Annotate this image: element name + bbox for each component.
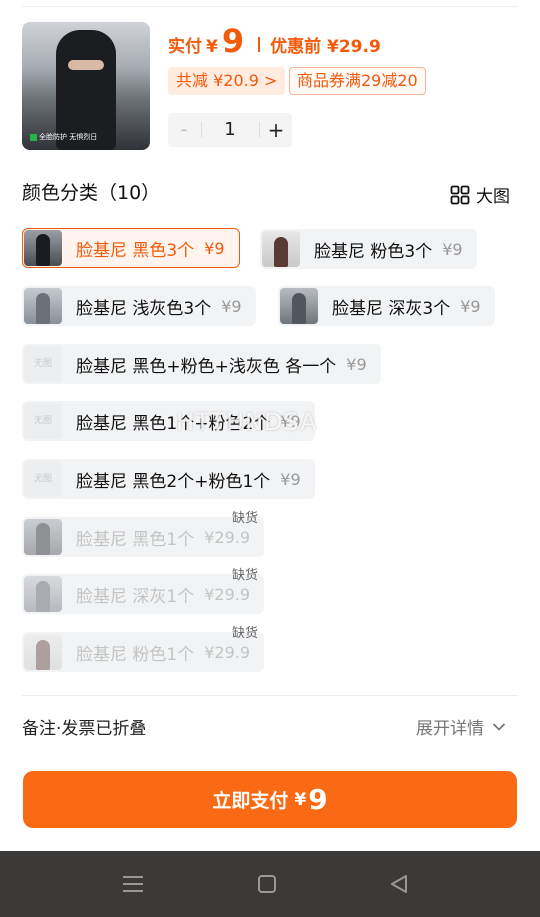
option-chip-disabled: 脸基尼 粉色1个 ¥29.9 缺货 — [22, 626, 265, 672]
home-icon[interactable] — [254, 871, 280, 897]
big-view-label: 大图 — [476, 187, 510, 207]
option-chip-disabled: 脸基尼 深灰1个 ¥29.9 缺货 — [22, 568, 265, 614]
pay-now-button[interactable]: 立即支付 ¥ 9 — [23, 771, 517, 828]
option-price: ¥9 — [346, 354, 367, 374]
eye-opening — [68, 60, 104, 70]
option-thumbnail — [24, 230, 62, 266]
option-thumbnail — [24, 576, 62, 612]
grid-icon — [450, 185, 470, 204]
triangle-back-icon — [391, 875, 407, 893]
original-price: 优惠前 ¥29.9 — [270, 37, 381, 57]
option-name: 脸基尼 深灰3个 — [332, 298, 451, 319]
option-name: 脸基尼 黑色2个+粉色1个 — [76, 471, 271, 492]
out-of-stock-badge: 缺货 — [232, 511, 259, 526]
option-price: ¥9 — [280, 469, 301, 489]
price-separator — [258, 37, 261, 52]
option-price: ¥29.9 — [204, 642, 251, 662]
out-of-stock-badge: 缺货 — [232, 568, 259, 583]
option-name: 脸基尼 黑色1个 — [76, 529, 195, 550]
option-chip-disabled: 脸基尼 黑色1个 ¥29.9 缺货 — [22, 511, 265, 557]
quantity-input[interactable]: 1 — [202, 113, 258, 147]
color-category-title: 颜色分类（10） — [22, 182, 161, 204]
option-name: 脸基尼 粉色1个 — [76, 644, 195, 665]
option-price: ¥29.9 — [204, 527, 251, 547]
no-image-placeholder: 无图 — [24, 461, 62, 497]
image-caption-text: 全脸防护 无惧烈日 — [39, 133, 98, 141]
option-thumbnail — [280, 288, 318, 324]
option-chip[interactable]: 脸基尼 浅灰色3个 ¥9 — [22, 286, 256, 326]
currency-symbol: ¥ — [206, 37, 218, 57]
option-thumbnail — [24, 634, 62, 670]
menu-icon[interactable] — [120, 871, 146, 897]
menu-lines-icon — [123, 876, 143, 892]
option-name: 脸基尼 粉色3个 — [314, 241, 433, 262]
pay-currency: ¥ — [294, 789, 307, 810]
pay-amount: 9 — [308, 783, 328, 816]
check-icon — [30, 133, 37, 141]
increase-button[interactable]: + — [260, 113, 292, 147]
option-thumbnail — [262, 231, 300, 267]
option-price: ¥9 — [280, 411, 301, 431]
section-divider — [22, 695, 518, 696]
option-name: 脸基尼 黑色3个 — [76, 240, 195, 261]
option-chip[interactable]: 无图 脸基尼 黑色1个+粉色2个 ¥9 — [22, 401, 315, 441]
image-caption: 全脸防护 无惧烈日 — [30, 130, 142, 144]
decrease-button[interactable]: - — [168, 113, 200, 147]
option-price: ¥9 — [204, 238, 225, 258]
pay-label: 立即支付 — [212, 790, 289, 812]
option-name: 脸基尼 浅灰色3个 — [76, 298, 212, 319]
no-image-placeholder: 无图 — [24, 403, 62, 439]
product-image[interactable]: 全脸防护 无惧烈日 — [22, 22, 150, 150]
big-view-toggle[interactable]: 大图 — [450, 182, 510, 207]
price-row: 实付 ¥ 9 优惠前 ¥29.9 — [168, 22, 381, 60]
option-name: 脸基尼 深灰1个 — [76, 586, 195, 607]
option-price: ¥29.9 — [204, 584, 251, 604]
out-of-stock-badge: 缺货 — [232, 626, 259, 641]
option-name: 脸基尼 黑色1个+粉色2个 — [76, 413, 271, 434]
option-name: 脸基尼 黑色+粉色+浅灰色 各一个 — [76, 356, 337, 377]
option-thumbnail — [24, 519, 62, 555]
chevron-down-icon — [492, 722, 506, 731]
system-nav-bar — [0, 851, 540, 917]
option-chip[interactable]: 无图 脸基尼 黑色+粉色+浅灰色 各一个 ¥9 — [22, 344, 381, 384]
option-price: ¥9 — [460, 296, 481, 316]
no-image-placeholder: 无图 — [24, 346, 62, 382]
option-chip[interactable]: 脸基尼 粉色3个 ¥9 — [260, 229, 477, 269]
option-price: ¥9 — [221, 296, 242, 316]
notes-invoice-label: 备注·发票已折叠 — [22, 719, 147, 739]
discount-detail-tag[interactable]: 共减 ¥20.9 > — [168, 67, 286, 95]
top-divider — [22, 6, 518, 7]
expand-details-link[interactable]: 展开详情 — [416, 714, 506, 739]
option-thumbnail — [24, 288, 62, 324]
square-home-icon — [258, 875, 276, 893]
paid-label: 实付 — [168, 37, 202, 57]
final-price: 9 — [221, 22, 245, 60]
expand-details-label: 展开详情 — [416, 719, 484, 739]
quantity-stepper: - 1 + — [168, 113, 292, 147]
coupon-tag: 商品券满29减20 — [289, 67, 426, 95]
option-chip[interactable]: 脸基尼 黑色3个 ¥9 — [22, 228, 240, 268]
back-icon[interactable] — [386, 871, 412, 897]
option-price: ¥9 — [442, 239, 463, 259]
option-chip[interactable]: 脸基尼 深灰3个 ¥9 — [278, 286, 495, 326]
option-chip[interactable]: 无图 脸基尼 黑色2个+粉色1个 ¥9 — [22, 459, 315, 499]
